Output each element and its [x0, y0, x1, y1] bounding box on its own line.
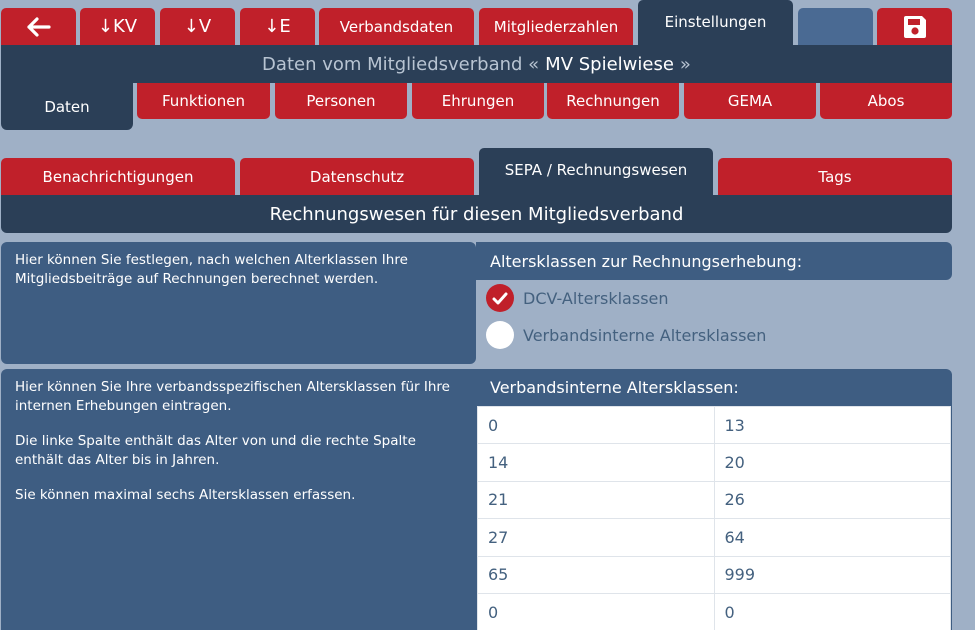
save-button[interactable]	[877, 8, 952, 45]
alter-von-cell[interactable]: 27	[477, 518, 715, 557]
tab-daten[interactable]: Daten	[1, 83, 133, 130]
floppy-disk-icon	[903, 15, 927, 39]
tab-daten-label: Daten	[44, 97, 90, 116]
description-panel-altersklassen: Hier können Sie festlegen, nach welchen …	[1, 242, 476, 364]
header-suffix: »	[679, 53, 691, 75]
alter-von-cell[interactable]: 14	[477, 443, 715, 482]
alter-bis-cell[interactable]: 0	[713, 592, 951, 630]
download-e-button[interactable]: ↓E	[240, 8, 315, 45]
description-paragraph-3: Sie können maximal sechs Altersklassen e…	[15, 487, 356, 503]
tab-datenschutz[interactable]: Datenschutz	[240, 158, 474, 195]
table-row: 0 0	[477, 592, 951, 630]
tab-verbandsdaten[interactable]: Verbandsdaten	[319, 8, 474, 45]
alter-von-cell[interactable]: 0	[477, 405, 715, 445]
alter-von-cell[interactable]: 0	[477, 592, 715, 630]
verband-name: MV Spielwiese	[545, 53, 674, 75]
placeholder-button[interactable]	[798, 8, 873, 45]
table-row: 65 999	[477, 555, 951, 594]
altersklassen-heading-bar: Altersklassen zur Rechnungserhebung:	[476, 242, 952, 280]
tab-einstellungen[interactable]: Einstellungen	[638, 0, 793, 45]
download-v-button[interactable]: ↓V	[160, 8, 235, 45]
download-kv-button[interactable]: ↓KV	[80, 8, 155, 45]
altersklassen-description: Hier können Sie festlegen, nach welchen …	[15, 252, 408, 287]
alter-bis-cell[interactable]: 64	[713, 518, 951, 557]
unchecked-radio-icon	[486, 321, 514, 349]
alter-bis-cell[interactable]: 999	[713, 555, 951, 594]
radio-dcv-label: DCV-Altersklassen	[523, 288, 669, 308]
tab-tags[interactable]: Tags	[718, 158, 952, 195]
alter-bis-cell[interactable]: 13	[713, 405, 951, 445]
alter-bis-cell[interactable]: 26	[713, 480, 951, 520]
alter-bis-cell[interactable]: 20	[713, 443, 951, 482]
table-row: 21 26	[477, 480, 951, 520]
verbandsinterne-heading: Verbandsinterne Altersklassen:	[490, 378, 739, 397]
verband-header: Daten vom Mitgliedsverband « MV Spielwie…	[1, 45, 952, 83]
tab-funktionen[interactable]: Funktionen	[137, 83, 270, 119]
table-row: 27 64	[477, 518, 951, 557]
arrow-left-icon	[26, 16, 51, 37]
tab-gema[interactable]: GEMA	[684, 83, 816, 119]
tab-ehrungen[interactable]: Ehrungen	[412, 83, 544, 119]
altersklassen-heading: Altersklassen zur Rechnungserhebung:	[490, 251, 803, 271]
header-prefix: Daten vom Mitgliedsverband «	[262, 53, 540, 75]
radio-dcv-altersklassen[interactable]: DCV-Altersklassen	[486, 284, 669, 312]
radio-verbandsinterne-label: Verbandsinterne Altersklassen	[523, 325, 767, 345]
description-paragraph-2: Die linke Spalte enthält das Alter von u…	[15, 433, 416, 468]
tab-abos[interactable]: Abos	[820, 83, 952, 119]
tab-sepa-rechnungswesen[interactable]: SEPA / Rechnungswesen	[479, 148, 713, 195]
alter-von-cell[interactable]: 65	[477, 555, 715, 594]
back-button[interactable]	[1, 8, 76, 45]
altersklassen-table: 0 13 14 20 21 26 27 64 65 999 0 0	[477, 405, 951, 630]
radio-verbandsinterne-altersklassen[interactable]: Verbandsinterne Altersklassen	[486, 321, 766, 349]
tab-mitgliederzahlen[interactable]: Mitgliederzahlen	[479, 8, 633, 45]
checked-radio-icon	[486, 284, 514, 312]
tab-benachrichtigungen[interactable]: Benachrichtigungen	[1, 158, 235, 195]
tab-rechnungen[interactable]: Rechnungen	[547, 83, 679, 119]
alter-von-cell[interactable]: 21	[477, 480, 715, 520]
description-paragraph-1: Hier können Sie Ihre verbandsspezifische…	[15, 379, 450, 414]
table-row: 0 13	[477, 405, 951, 445]
section-title: Rechnungswesen für diesen Mitgliedsverba…	[1, 195, 952, 233]
table-row: 14 20	[477, 443, 951, 482]
tab-personen[interactable]: Personen	[275, 83, 407, 119]
